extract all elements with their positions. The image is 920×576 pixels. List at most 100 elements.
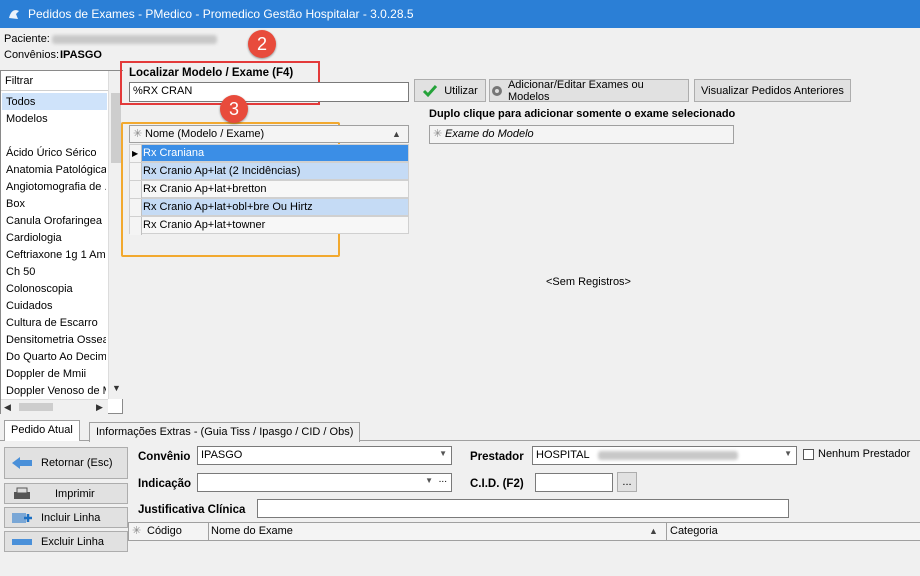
- model-row[interactable]: Rx Cranio Ap+lat+bretton: [129, 180, 409, 199]
- hscroll-thumb[interactable]: [19, 403, 53, 411]
- filter-list-item[interactable]: Todos: [6, 94, 106, 111]
- cid-input[interactable]: [535, 473, 613, 492]
- tab-pedido-atual[interactable]: Pedido Atual: [4, 420, 80, 441]
- sort-asc-icon[interactable]: ▲: [392, 126, 401, 143]
- filter-list-item[interactable]: Doppler de Mmii: [6, 366, 106, 383]
- nenhum-prestador-label: Nenhum Prestador: [818, 448, 911, 460]
- search-input[interactable]: %RX CRAN: [129, 82, 409, 102]
- indicacao-select[interactable]: ▼ ...: [197, 473, 452, 492]
- tab-informacoes-extras[interactable]: Informações Extras - (Guia Tiss / Ipasgo…: [89, 422, 361, 442]
- prestador-label: Prestador: [470, 451, 524, 463]
- right-panel-title: Duplo clique para adicionar somente o ex…: [429, 108, 736, 120]
- asterisk-icon: ✳: [133, 128, 143, 140]
- model-row[interactable]: Rx Cranio Ap+lat+obl+bre Ou Hirtz: [129, 198, 409, 217]
- row-indicator[interactable]: [130, 199, 142, 217]
- step-badge-2: 2: [248, 30, 276, 58]
- filter-list-item[interactable]: Doppler Venoso de M...: [6, 383, 106, 400]
- patient-name-redacted: [52, 35, 217, 44]
- incluir-linha-button[interactable]: Incluir Linha: [4, 507, 128, 528]
- filter-list-item[interactable]: Cardiologia: [6, 230, 106, 247]
- convenios-value: IPASGO: [60, 49, 102, 61]
- column-separator: [666, 523, 667, 541]
- ellipsis-button[interactable]: ...: [439, 474, 447, 485]
- convenio-label: Convênio: [138, 451, 191, 463]
- filter-header: Filtrar: [1, 71, 109, 91]
- filter-list-item[interactable]: Cultura de Escarro: [6, 315, 106, 332]
- chevron-down-icon[interactable]: ▼: [784, 449, 792, 458]
- view-previous-orders-button[interactable]: Visualizar Pedidos Anteriores: [694, 79, 851, 102]
- exam-table-header[interactable]: ✳ Código Nome do Exame ▲ Categoria: [128, 522, 920, 541]
- imprimir-button[interactable]: Imprimir: [4, 483, 128, 504]
- filter-list-item[interactable]: Cuidados: [6, 298, 106, 315]
- remove-row-icon: [12, 538, 32, 545]
- justificativa-label: Justificativa Clínica: [138, 504, 246, 516]
- model-row[interactable]: Rx Cranio Ap+lat (2 Incidências): [129, 162, 409, 181]
- nenhum-prestador-checkbox[interactable]: [803, 449, 814, 460]
- search-input-value: %RX CRAN: [133, 85, 193, 97]
- filter-list-item[interactable]: Ch 50: [6, 264, 106, 281]
- scroll-down-icon[interactable]: ▼: [112, 383, 121, 393]
- model-row-label: Rx Cranio Ap+lat+towner: [143, 219, 266, 231]
- justificativa-input[interactable]: [257, 499, 789, 518]
- gear-icon: [491, 85, 502, 96]
- column-categoria[interactable]: Categoria: [670, 523, 718, 540]
- row-indicator[interactable]: ▶: [130, 145, 142, 163]
- filter-list-item[interactable]: Densitometria Ossea: [6, 332, 106, 349]
- prestador-value: HOSPITAL: [536, 449, 590, 461]
- retornar-button[interactable]: Retornar (Esc): [4, 447, 128, 479]
- prestador-redacted: [598, 450, 739, 460]
- models-grid[interactable]: ✳ Nome (Modelo / Exame) ▲ ▶ Rx Craniana Rx…: [129, 125, 409, 235]
- filter-list-item[interactable]: [6, 128, 106, 145]
- convenios-label: Convênios:: [4, 49, 60, 61]
- exam-model-header-label: Exame do Modelo: [445, 128, 534, 140]
- chevron-down-icon[interactable]: ▼: [439, 449, 447, 458]
- asterisk-icon: ✳: [433, 128, 443, 140]
- chevron-down-icon[interactable]: ▼: [425, 476, 433, 485]
- column-nome-exame[interactable]: Nome do Exame: [211, 523, 293, 540]
- view-prev-label: Visualizar Pedidos Anteriores: [701, 84, 844, 97]
- prestador-select[interactable]: HOSPITAL ▼: [532, 446, 797, 465]
- model-row-label: Rx Cranio Ap+lat (2 Incidências): [143, 165, 301, 177]
- step-badge-3: 3: [220, 95, 248, 123]
- scroll-right-icon[interactable]: ▶: [96, 402, 103, 413]
- asterisk-icon: ✳: [132, 525, 142, 537]
- filter-list-item[interactable]: Anatomia Patológica: [6, 162, 106, 179]
- filter-list[interactable]: Filtrar Todos Modelos Ácido Úrico Sérico An…: [0, 70, 123, 414]
- app-icon: [9, 10, 19, 19]
- models-grid-header[interactable]: ✳ Nome (Modelo / Exame) ▲: [129, 125, 409, 143]
- filter-list-item[interactable]: Colonoscopia: [6, 281, 106, 298]
- convenio-select[interactable]: IPASGO ▼: [197, 446, 452, 465]
- column-codigo[interactable]: Código: [147, 523, 182, 540]
- filter-horizontal-scrollbar[interactable]: ◀ ▶: [1, 399, 108, 414]
- convenio-value: IPASGO: [201, 449, 243, 461]
- cid-label: C.I.D. (F2): [470, 478, 524, 490]
- excluir-linha-button[interactable]: Excluir Linha: [4, 531, 128, 552]
- filter-list-item[interactable]: Canula Orofaringea ...: [6, 213, 106, 230]
- filter-list-item[interactable]: Ácido Úrico Sérico: [6, 145, 106, 162]
- models-grid-header-label: Nome (Modelo / Exame): [145, 128, 265, 140]
- row-indicator[interactable]: [130, 181, 142, 199]
- exam-model-grid-header[interactable]: ✳ Exame do Modelo: [429, 125, 734, 144]
- column-separator: [208, 523, 209, 541]
- model-row-label: Rx Cranio Ap+lat+bretton: [143, 183, 267, 195]
- row-indicator[interactable]: [130, 217, 142, 235]
- filter-list-item[interactable]: Angiotomografia de ...: [6, 179, 106, 196]
- filter-list-item[interactable]: Modelos: [6, 111, 106, 128]
- filter-list-item[interactable]: Do Quarto Ao Decim...: [6, 349, 106, 366]
- add-row-icon: [12, 512, 32, 523]
- add-edit-exams-button[interactable]: Adicionar/Editar Exames ou Modelos: [489, 79, 689, 103]
- utilizar-button[interactable]: Utilizar: [414, 79, 486, 102]
- scroll-left-icon[interactable]: ◀: [4, 402, 11, 413]
- model-row[interactable]: Rx Cranio Ap+lat+towner: [129, 216, 409, 235]
- filter-list-item[interactable]: Box: [6, 196, 106, 213]
- sort-asc-icon[interactable]: ▲: [649, 523, 658, 540]
- model-row[interactable]: ▶ Rx Craniana: [129, 144, 409, 163]
- arrow-left-icon: [12, 457, 32, 469]
- search-label: Localizar Modelo / Exame (F4): [129, 67, 294, 79]
- filter-list-item[interactable]: Ceftriaxone 1g 1 Am...: [6, 247, 106, 264]
- row-indicator[interactable]: [130, 163, 142, 181]
- model-row-label: Rx Craniana: [143, 147, 205, 159]
- cid-search-button[interactable]: ...: [617, 472, 637, 492]
- imprimir-label: Imprimir: [55, 487, 95, 500]
- empty-records-text: <Sem Registros>: [546, 276, 631, 288]
